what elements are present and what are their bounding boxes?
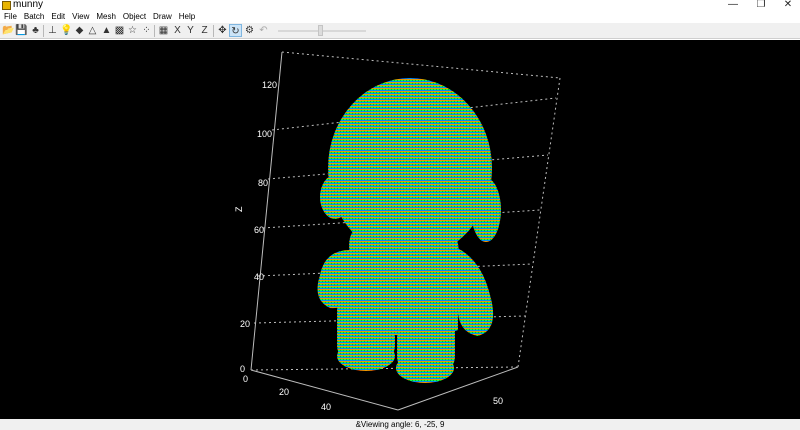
menu-object[interactable]: Object <box>120 11 149 23</box>
menu-file[interactable]: File <box>1 11 20 23</box>
menu-batch[interactable]: Batch <box>21 11 47 23</box>
lightbulb-icon[interactable]: 💡 <box>60 24 73 37</box>
z-axis-ticks: 0 20 40 60 80 100 120 <box>240 80 277 374</box>
minimize-button[interactable]: — <box>722 0 744 11</box>
window-title: munny <box>13 0 44 10</box>
toolbar-separator <box>213 25 214 37</box>
viewing-angle-status: &Viewing angle: 6, -25, 9 <box>355 420 445 429</box>
z-tick-100: 100 <box>257 129 272 139</box>
z-tick-40: 40 <box>254 272 264 282</box>
title-bar: munny — ❐ ✕ <box>0 0 800 11</box>
menu-mesh[interactable]: Mesh <box>93 11 119 23</box>
toolbar-separator <box>154 25 155 37</box>
undo-icon[interactable]: ↶ <box>257 24 270 37</box>
z-tick-20: 20 <box>240 319 250 329</box>
save-icon[interactable]: 💾 <box>15 24 28 37</box>
y-tick-50: 50 <box>493 396 503 406</box>
point-scatter-icon[interactable]: ⁘ <box>140 24 153 37</box>
people-icon[interactable]: ♣ <box>29 24 42 37</box>
menu-help[interactable]: Help <box>176 11 198 23</box>
rainbow-icon[interactable]: ▲ <box>100 24 113 37</box>
mesh-wire-icon[interactable]: △ <box>86 24 99 37</box>
colormap-icon[interactable]: ▩ <box>113 24 126 37</box>
move-icon[interactable]: ✥ <box>216 24 229 37</box>
status-bar: &Viewing angle: 6, -25, 9 <box>0 419 800 430</box>
viewport-svg: 0 20 40 60 80 100 120 Z 0 20 40 50 <box>234 51 561 412</box>
grid-icon[interactable]: ▦ <box>157 24 170 37</box>
menu-view[interactable]: View <box>69 11 92 23</box>
open-folder-icon[interactable]: 📂 <box>2 24 15 37</box>
app-icon <box>2 1 11 10</box>
x-tick-40: 40 <box>321 402 331 412</box>
menu-draw[interactable]: Draw <box>150 11 175 23</box>
menu-bar: File Batch Edit View Mesh Object Draw He… <box>0 11 800 23</box>
z-tick-60: 60 <box>254 225 264 235</box>
close-button[interactable]: ✕ <box>777 0 799 11</box>
z-axis-icon[interactable]: Z <box>198 24 211 37</box>
star-icon[interactable]: ☆ <box>126 24 139 37</box>
y-axis-icon[interactable]: Y <box>184 24 197 37</box>
menu-edit[interactable]: Edit <box>48 11 68 23</box>
x-tick-20: 20 <box>279 387 289 397</box>
mesh-shaded-icon[interactable]: ◆ <box>73 24 86 37</box>
z-axis-label: Z <box>234 206 244 212</box>
toolbar-separator <box>43 25 44 37</box>
x-tick-0: 0 <box>243 374 248 384</box>
toolbar: 📂 💾 ♣ ⊥ 💡 ◆ △ ▲ ▩ ☆ ⁘ ▦ X Y Z ✥ ↻ ⚙ ↶ <box>0 23 800 39</box>
axes-icon[interactable]: ⊥ <box>46 24 59 37</box>
zoom-icon[interactable]: ⚙ <box>243 24 256 37</box>
z-tick-80: 80 <box>258 178 268 188</box>
3d-viewport[interactable]: 0 20 40 60 80 100 120 Z 0 20 40 50 <box>0 40 800 419</box>
slider-thumb[interactable] <box>318 25 323 36</box>
z-tick-120: 120 <box>262 80 277 90</box>
rotate-icon[interactable]: ↻ <box>229 24 242 37</box>
xy-axis-ticks: 0 20 40 50 <box>243 374 503 412</box>
restore-button[interactable]: ❐ <box>750 0 772 11</box>
z-tick-0: 0 <box>240 364 245 374</box>
point-cloud-figure <box>317 78 501 383</box>
x-axis-icon[interactable]: X <box>171 24 184 37</box>
